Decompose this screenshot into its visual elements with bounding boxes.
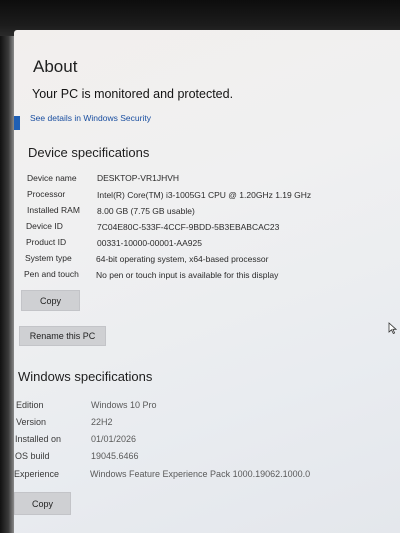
spec-value: No pen or touch input is available for t…	[96, 270, 279, 280]
security-status-text: Your PC is monitored and protected.	[32, 87, 234, 101]
spec-value: 19045.6466	[91, 451, 139, 461]
spec-label: Product ID	[26, 237, 67, 247]
rename-pc-button[interactable]: Rename this PC	[19, 326, 106, 346]
device-specs-heading: Device specifications	[28, 145, 150, 160]
spec-label: Device ID	[26, 221, 63, 231]
spec-value: DESKTOP-VR1JHVH	[97, 173, 180, 183]
spec-label: OS build	[15, 451, 50, 461]
spec-value: 01/01/2026	[91, 434, 137, 444]
spec-value: Intel(R) Core(TM) i3-1005G1 CPU @ 1.20GH…	[97, 190, 312, 200]
settings-about-page: About Your PC is monitored and protected…	[14, 30, 400, 533]
windows-specs-heading: Windows specifications	[18, 369, 153, 384]
spec-label: Version	[16, 417, 47, 427]
spec-label: Edition	[16, 400, 44, 410]
spec-value: Windows 10 Pro	[91, 400, 157, 410]
spec-label: Installed RAM	[27, 205, 80, 215]
sidebar-selection-indicator	[14, 116, 20, 130]
spec-value: Windows Feature Experience Pack 1000.190…	[90, 469, 311, 479]
copy-windows-specs-button[interactable]: Copy	[14, 492, 71, 515]
spec-label: Installed on	[15, 434, 62, 444]
spec-label: Experience	[14, 469, 60, 479]
spec-value: 22H2	[91, 417, 113, 427]
spec-label: System type	[25, 253, 72, 263]
spec-label: Device name	[27, 173, 77, 183]
spec-value: 64-bit operating system, x64-based proce…	[96, 254, 269, 264]
mouse-cursor-icon	[388, 322, 397, 335]
spec-value: 00331-10000-00001-AA925	[97, 238, 202, 248]
spec-label: Pen and touch	[24, 269, 79, 279]
monitor-bezel-left	[0, 36, 14, 533]
copy-device-specs-button[interactable]: Copy	[21, 290, 80, 311]
spec-value: 8.00 GB (7.75 GB usable)	[97, 206, 195, 216]
spec-label: Processor	[27, 189, 66, 199]
windows-security-link[interactable]: See details in Windows Security	[30, 113, 151, 123]
spec-value: 7C04E80C-533F-4CCF-9BDD-5B3EBABCAC23	[97, 222, 280, 232]
page-title: About	[33, 57, 78, 76]
